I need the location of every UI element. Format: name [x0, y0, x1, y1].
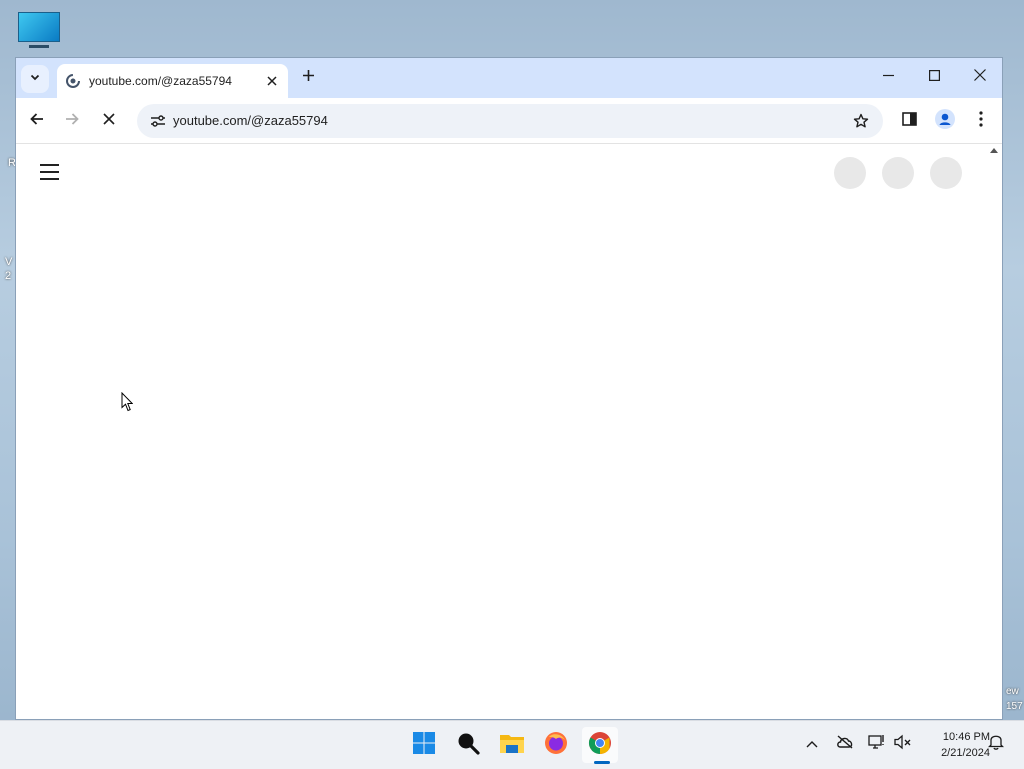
window-close-button[interactable] — [957, 58, 1002, 96]
side-panel-button[interactable] — [894, 106, 924, 136]
star-icon[interactable] — [849, 109, 873, 133]
maximize-button[interactable] — [911, 58, 957, 96]
start-button[interactable] — [406, 727, 442, 763]
windows-start-icon — [412, 731, 436, 760]
close-icon — [974, 68, 986, 86]
network-icon — [868, 734, 886, 755]
stop-loading-button[interactable] — [94, 106, 124, 136]
chevron-down-icon — [29, 70, 41, 88]
browser-toolbar: youtube.com/@zaza55794 — [16, 98, 1002, 144]
onedrive-status[interactable] — [834, 733, 856, 755]
loading-placeholder — [834, 157, 866, 189]
back-button[interactable] — [22, 106, 52, 136]
address-bar[interactable]: youtube.com/@zaza55794 — [137, 104, 883, 138]
stop-icon — [103, 112, 115, 130]
tab-title: youtube.com/@zaza55794 — [89, 74, 232, 88]
scrollbar-up-arrow[interactable] — [990, 148, 998, 153]
clock-time: 10:46 PM — [942, 731, 990, 743]
network-status[interactable] — [866, 733, 888, 755]
tab-strip: youtube.com/@zaza55794 — [16, 58, 1002, 98]
file-explorer-icon — [499, 732, 525, 759]
more-menu-button[interactable] — [966, 106, 996, 136]
chrome-button[interactable] — [582, 727, 618, 763]
minimize-button[interactable] — [865, 58, 911, 96]
profile-button[interactable] — [930, 106, 960, 136]
desktop-edge-text: 2 — [5, 270, 12, 282]
chevron-up-icon — [806, 735, 818, 753]
forward-button[interactable] — [57, 106, 87, 136]
page-content — [16, 144, 1002, 719]
chrome-icon — [588, 731, 612, 760]
notification-button[interactable] — [985, 733, 1007, 755]
file-explorer-button[interactable] — [494, 727, 530, 763]
firefox-button[interactable] — [538, 727, 574, 763]
forward-icon — [64, 111, 80, 132]
loading-placeholder — [882, 157, 914, 189]
url-text[interactable]: youtube.com/@zaza55794 — [173, 113, 328, 128]
volume-icon — [894, 734, 912, 755]
plus-icon — [302, 69, 315, 87]
search-icon — [456, 731, 480, 760]
taskbar-search-button[interactable] — [450, 727, 486, 763]
close-icon[interactable] — [262, 71, 282, 91]
more-icon — [979, 110, 983, 132]
desktop-edge-text: V — [5, 256, 13, 268]
loading-placeholder — [930, 157, 962, 189]
hamburger-icon[interactable] — [40, 164, 59, 185]
minimize-icon — [882, 68, 894, 86]
desktop-edge-text: 157 — [1006, 701, 1023, 712]
clock-date: 2/21/2024 — [941, 747, 990, 759]
active-app-indicator — [594, 761, 610, 764]
desktop-computer-icon[interactable] — [18, 12, 60, 50]
firefox-icon — [544, 731, 568, 760]
profile-icon — [935, 108, 955, 134]
mouse-cursor-icon — [121, 391, 134, 417]
tab-active[interactable]: youtube.com/@zaza55794 — [57, 64, 288, 98]
taskbar-clock[interactable]: 10:46 PM 2/21/2024 — [920, 729, 990, 761]
site-info-icon[interactable] — [143, 106, 173, 136]
side-panel-icon — [901, 111, 917, 131]
notification-icon — [987, 733, 1005, 755]
browser-window: youtube.com/@zaza55794 youtube.com/@zaza… — [15, 57, 1003, 720]
taskbar: 10:46 PM 2/21/2024 — [0, 720, 1024, 769]
tab-search-button[interactable] — [21, 65, 49, 93]
maximize-icon — [928, 68, 940, 86]
new-tab-button[interactable] — [296, 66, 320, 90]
show-hidden-icons-button[interactable] — [801, 733, 823, 755]
volume-status[interactable] — [892, 733, 914, 755]
onedrive-icon — [836, 734, 854, 754]
back-icon — [29, 111, 45, 132]
desktop-edge-text: ew — [1006, 686, 1019, 697]
loading-favicon-icon — [65, 73, 81, 89]
